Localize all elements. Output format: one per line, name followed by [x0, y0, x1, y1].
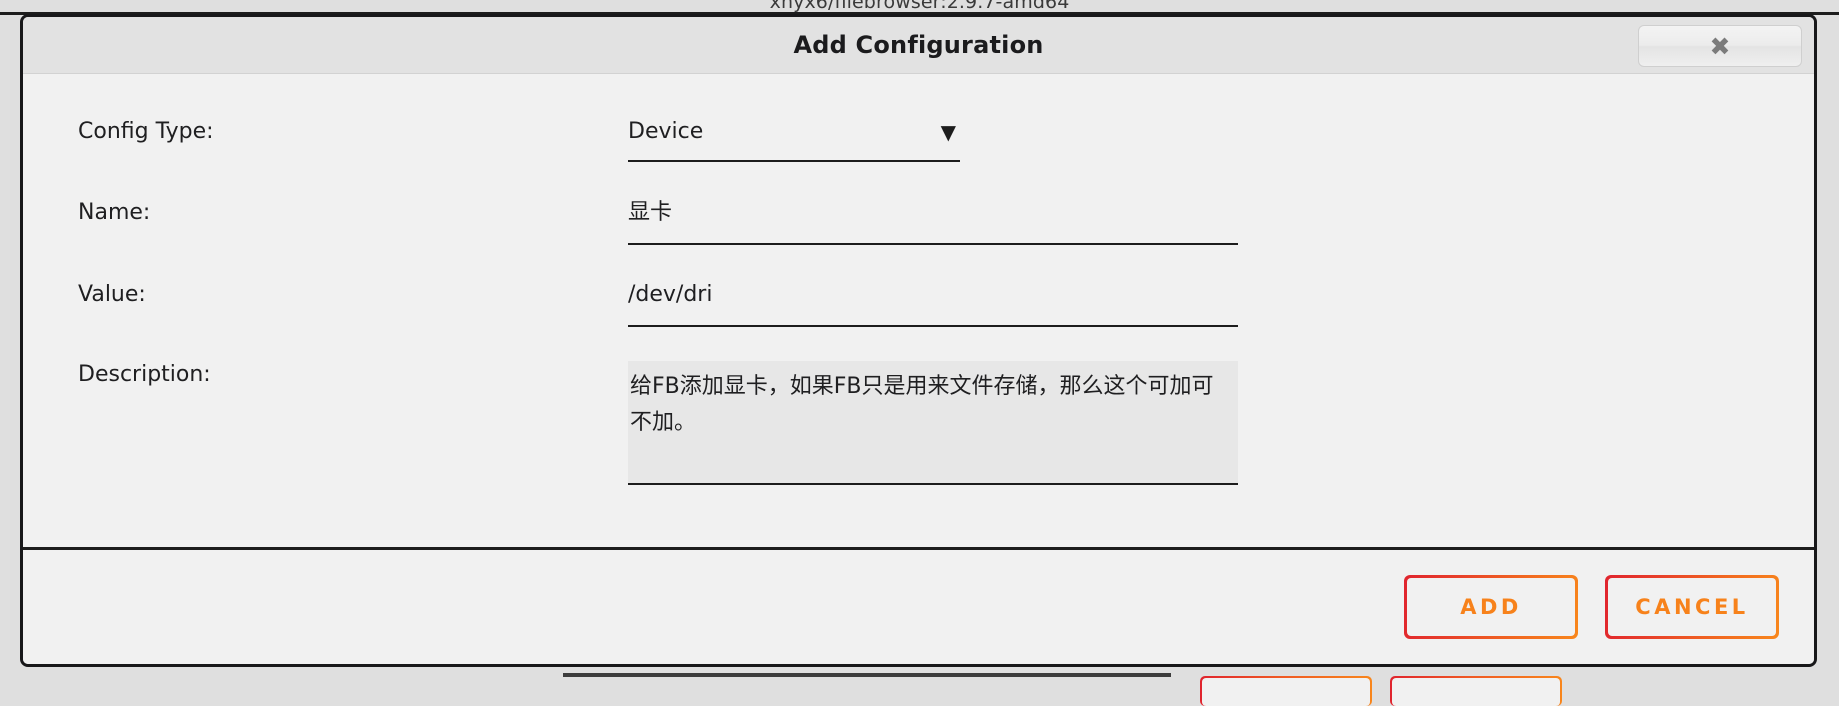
dialog-body: Config Type: Device ▼ Name: 显卡 Value: /d… — [23, 74, 1814, 547]
add-configuration-dialog: Add Configuration ✖ Config Type: Device … — [20, 14, 1817, 667]
cancel-button-label: CANCEL — [1608, 578, 1776, 636]
dialog-titlebar: Add Configuration ✖ — [23, 17, 1814, 74]
form-row-config-type: Config Type: Device ▼ — [23, 118, 1814, 162]
name-input[interactable]: 显卡 — [628, 199, 1238, 245]
description-label: Description: — [78, 362, 211, 387]
form-row-value: Value: /dev/dri — [23, 281, 1814, 327]
dialog-title: Add Configuration — [793, 31, 1044, 59]
background-input-underline — [563, 673, 1171, 677]
config-type-value: Device — [628, 119, 704, 144]
value-input[interactable]: /dev/dri — [628, 281, 1238, 327]
config-type-select[interactable]: Device ▼ — [628, 118, 960, 162]
value-label: Value: — [78, 282, 146, 307]
add-button[interactable]: ADD — [1404, 575, 1578, 639]
form-row-name: Name: 显卡 — [23, 199, 1814, 245]
form-row-description: Description: 给FB添加显卡，如果FB只是用来文件存储，那么这个可加… — [23, 361, 1814, 485]
description-textarea[interactable]: 给FB添加显卡，如果FB只是用来文件存储，那么这个可加可不加。 — [628, 361, 1238, 485]
add-button-label: ADD — [1407, 578, 1575, 636]
background-add-button[interactable] — [1200, 676, 1372, 706]
close-icon: ✖ — [1709, 31, 1731, 61]
chevron-down-icon: ▼ — [940, 120, 956, 144]
background-cancel-button[interactable] — [1390, 676, 1562, 706]
config-type-label: Config Type: — [78, 119, 214, 144]
dialog-footer: ADD CANCEL — [23, 547, 1814, 664]
close-button[interactable]: ✖ — [1638, 25, 1802, 67]
cancel-button[interactable]: CANCEL — [1605, 575, 1779, 639]
name-label: Name: — [78, 200, 151, 225]
